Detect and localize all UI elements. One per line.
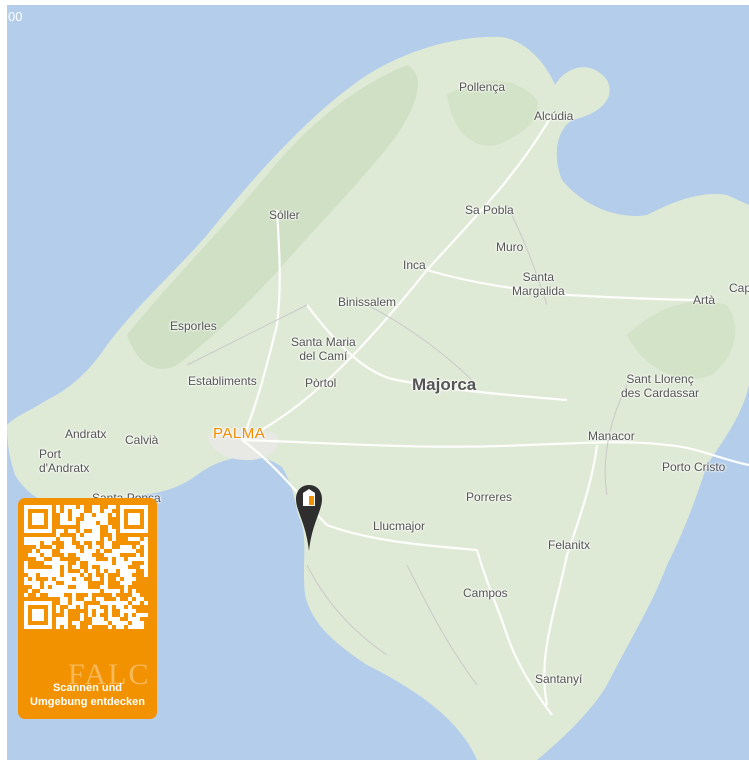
place-label-campos: Campos bbox=[463, 586, 508, 600]
place-label-manacor: Manacor bbox=[588, 429, 635, 443]
place-label-portocristo: Porto Cristo bbox=[662, 460, 726, 474]
place-label-esporles: Esporles bbox=[170, 319, 217, 333]
qr-caption: Scannen und Umgebung entdecken bbox=[18, 681, 157, 709]
capital-label: PALMA bbox=[213, 425, 266, 442]
place-label-santamaria: Santa Maria del Camí bbox=[291, 335, 356, 363]
region-label: Majorca bbox=[412, 375, 477, 394]
corner-label: 00 bbox=[8, 9, 23, 24]
place-label-porreres: Porreres bbox=[466, 490, 513, 504]
place-label-arta: Artà bbox=[693, 293, 716, 307]
qr-code-image[interactable] bbox=[24, 505, 150, 667]
place-label-sapobla: Sa Pobla bbox=[465, 203, 514, 217]
place-label-portdandratx: Port d'Andratx bbox=[39, 447, 90, 475]
place-label-establiments: Establiments bbox=[188, 374, 257, 388]
place-label-andratx: Andratx bbox=[65, 427, 107, 441]
place-label-alcudia: Alcúdia bbox=[534, 109, 574, 123]
place-label-santanyi: Santanyí bbox=[535, 672, 583, 686]
qr-code-card[interactable]: FALC Scannen und Umgebung entdecken bbox=[18, 498, 157, 719]
place-label-muro: Muro bbox=[496, 240, 524, 254]
place-label-santamargalida: Santa Margalida bbox=[512, 270, 565, 298]
qr-caption-line2: Umgebung entdecken bbox=[30, 696, 145, 708]
place-label-pollenca: Pollença bbox=[459, 80, 506, 94]
location-pin-icon[interactable] bbox=[294, 483, 324, 553]
qr-caption-line1: Scannen und bbox=[52, 682, 123, 694]
place-label-felanitx: Felanitx bbox=[548, 538, 591, 552]
place-label-capdepera: Cap bbox=[729, 281, 749, 295]
place-label-portol: Pòrtol bbox=[305, 376, 337, 390]
place-label-calvia: Calvià bbox=[125, 433, 159, 447]
place-label-soller: Sóller bbox=[269, 208, 300, 222]
place-label-binissalem: Binissalem bbox=[338, 295, 397, 309]
map-view[interactable]: 00 Pollença Alcúdia Sóller Sa Pobla Muro… bbox=[7, 5, 749, 760]
place-label-inca: Inca bbox=[403, 258, 426, 272]
place-label-santllorenc: Sant Llorenç des Cardassar bbox=[621, 372, 700, 400]
place-label-llucmajor: Llucmajor bbox=[373, 519, 426, 533]
